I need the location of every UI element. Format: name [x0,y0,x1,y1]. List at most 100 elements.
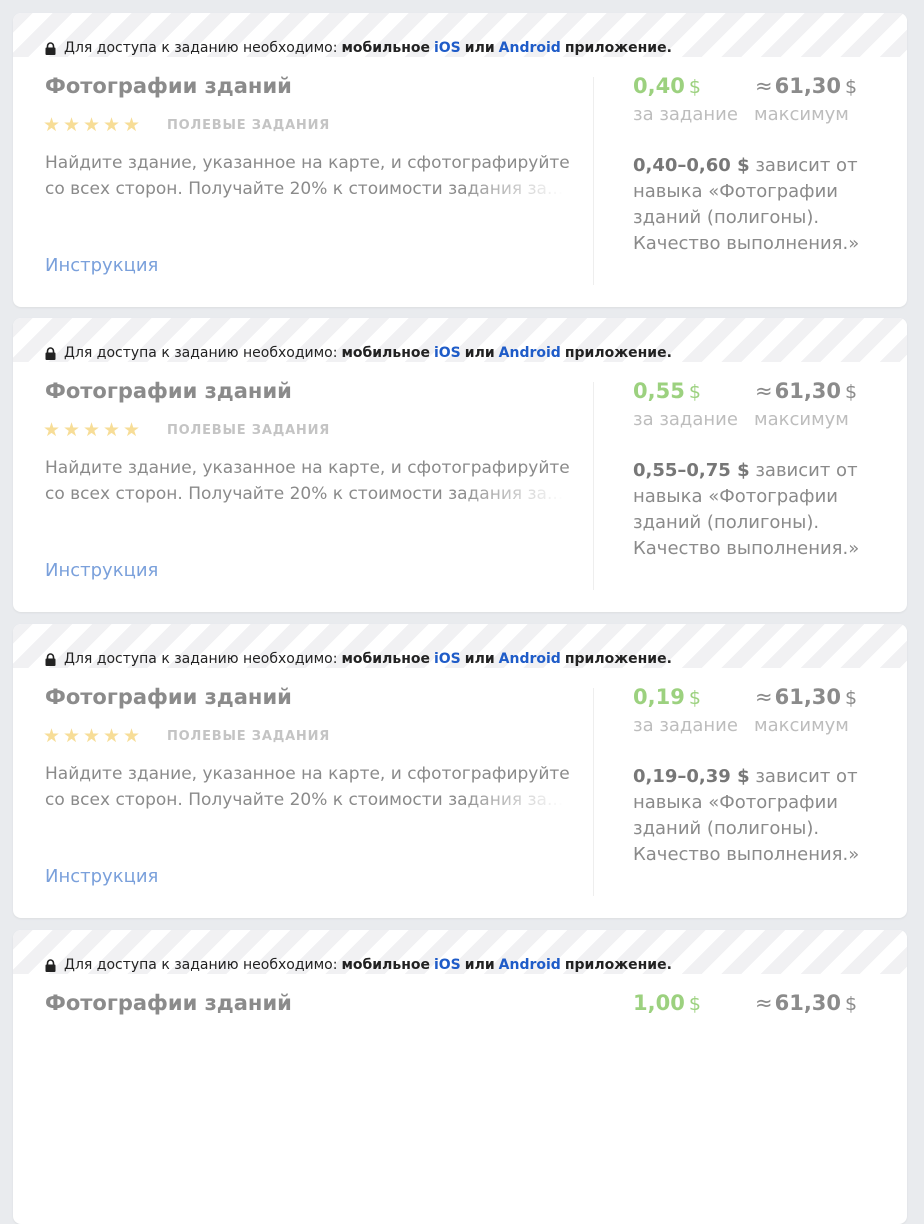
currency: $ [845,381,858,403]
access-mobile: мобильное [341,40,430,56]
max-earnings: ≈61,30 $ [755,685,857,709]
android-link[interactable]: Android [499,651,561,667]
approx-sign: ≈ [755,379,773,403]
access-or: или [464,40,495,56]
star-icon: ★ [103,419,121,441]
divider [593,77,594,285]
task-description: Найдите здание, указанное на карте, и сф… [45,455,575,507]
currency: $ [845,76,858,98]
task-title[interactable]: Фотографии зданий [45,685,292,709]
task-card[interactable]: Для доступа к заданию необходимо: мобиль… [13,624,907,918]
star-icon: ★ [103,114,121,136]
description-line: со всех сторон. Получайте 20% к стоимост… [45,179,564,199]
access-prefix: Для доступа к заданию необходимо: [64,957,338,973]
max-earnings-label: максимум [754,104,849,125]
lock-icon [45,652,56,666]
access-app: приложение. [564,40,672,56]
star-icon: ★ [43,419,61,441]
ios-link[interactable]: iOS [434,957,461,973]
max-value: 61,30 [774,991,842,1015]
access-requirement: Для доступа к заданию необходимо: мобиль… [45,955,672,975]
star-icon: ★ [43,114,61,136]
star-icon: ★ [83,725,101,747]
price-per-task-label: за задание [633,104,738,125]
ios-link[interactable]: iOS [434,40,461,56]
task-title[interactable]: Фотографии зданий [45,991,292,1015]
star-icon: ★ [63,419,81,441]
task-category: ПОЛЕВЫЕ ЗАДАНИЯ [167,423,331,438]
star-icon: ★ [83,114,101,136]
android-link[interactable]: Android [499,345,561,361]
price-range: 0,40–0,60 $ зависит от навыка «Фотографи… [633,153,893,257]
access-requirement: Для доступа к заданию необходимо: мобиль… [45,649,672,669]
instruction-link[interactable]: Инструкция [45,255,158,276]
price-range: 0,55–0,75 $ зависит от навыка «Фотографи… [633,458,893,562]
description-line: со всех сторон. Получайте 20% к стоимост… [45,484,564,504]
currency: $ [688,993,701,1015]
max-earnings: ≈61,30 $ [755,379,857,403]
lock-icon [45,41,56,55]
approx-sign: ≈ [755,991,773,1015]
description-line: Найдите здание, указанное на карте, и сф… [45,153,575,173]
max-earnings: ≈61,30 $ [755,74,857,98]
max-value: 61,30 [774,685,842,709]
task-card[interactable]: Для доступа к заданию необходимо: мобиль… [13,318,907,612]
ios-link[interactable]: iOS [434,651,461,667]
access-requirement: Для доступа к заданию необходимо: мобиль… [45,343,672,363]
max-earnings-label: максимум [754,715,849,736]
description-line: Найдите здание, указанное на карте, и сф… [45,764,575,784]
currency: $ [688,687,701,709]
rating-stars: ★ ★ ★ ★ ★ [43,419,143,441]
price-range-value: 0,40–0,60 $ [633,155,750,176]
task-card[interactable]: Для доступа к заданию необходимо: мобиль… [13,13,907,307]
instruction-link[interactable]: Инструкция [45,560,158,581]
price-per-task-label: за задание [633,715,738,736]
access-mobile: мобильное [341,651,430,667]
access-or: или [464,957,495,973]
description-line: Найдите здание, указанное на карте, и сф… [45,458,575,478]
currency: $ [845,993,858,1015]
star-icon: ★ [123,725,141,747]
task-description: Найдите здание, указанное на карте, и сф… [45,761,575,813]
access-mobile: мобильное [341,345,430,361]
price-per-task: 1,00 $ [633,991,701,1015]
task-title[interactable]: Фотографии зданий [45,379,292,403]
task-description: Найдите здание, указанное на карте, и сф… [45,150,575,202]
max-earnings-label: максимум [754,409,849,430]
price-value: 0,40 [633,74,685,98]
access-prefix: Для доступа к заданию необходимо: [64,651,338,667]
currency: $ [845,687,858,709]
android-link[interactable]: Android [499,40,561,56]
access-app: приложение. [564,345,672,361]
price-value: 1,00 [633,991,685,1015]
approx-sign: ≈ [755,74,773,98]
price-range-value: 0,55–0,75 $ [633,460,750,481]
android-link[interactable]: Android [499,957,561,973]
description-line: со всех сторон. Получайте 20% к стоимост… [45,790,564,810]
star-icon: ★ [83,419,101,441]
star-icon: ★ [123,419,141,441]
ios-link[interactable]: iOS [434,345,461,361]
access-app: приложение. [564,957,672,973]
access-or: или [464,345,495,361]
max-earnings: ≈61,30 $ [755,991,857,1015]
access-or: или [464,651,495,667]
price-range-value: 0,19–0,39 $ [633,766,750,787]
task-title[interactable]: Фотографии зданий [45,74,292,98]
task-card[interactable]: Для доступа к заданию необходимо: мобиль… [13,930,907,1224]
star-icon: ★ [63,114,81,136]
star-icon: ★ [63,725,81,747]
divider [593,382,594,590]
access-app: приложение. [564,651,672,667]
currency: $ [688,76,701,98]
lock-icon [45,958,56,972]
price-per-task: 0,19 $ [633,685,701,709]
rating-stars: ★ ★ ★ ★ ★ [43,114,143,136]
price-value: 0,55 [633,379,685,403]
price-value: 0,19 [633,685,685,709]
access-mobile: мобильное [341,957,430,973]
max-value: 61,30 [774,74,842,98]
access-prefix: Для доступа к заданию необходимо: [64,40,338,56]
star-icon: ★ [103,725,121,747]
instruction-link[interactable]: Инструкция [45,866,158,887]
